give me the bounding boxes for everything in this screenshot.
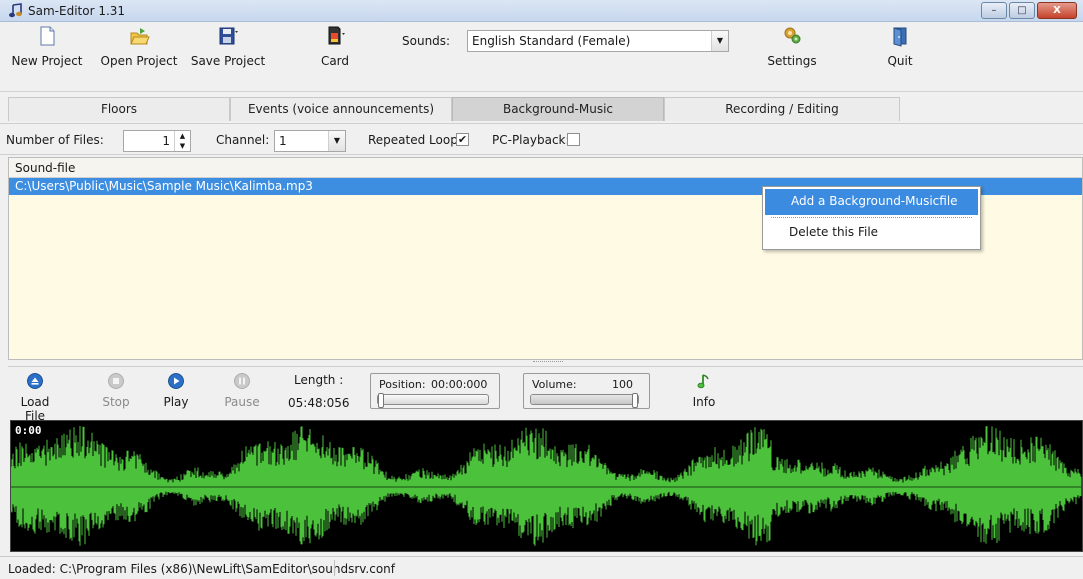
position-slider[interactable] (377, 393, 489, 408)
checkmark-icon: ✔ (457, 133, 468, 146)
app-music-note-icon (9, 3, 22, 18)
waveform-time-label: 0:00 (15, 424, 42, 437)
load-file-label: Load File (20, 395, 50, 423)
open-project-button[interactable]: Open Project (96, 25, 182, 89)
position-panel: Position: 00:00:000 (370, 373, 500, 409)
new-document-icon (40, 26, 55, 46)
tab-background-music[interactable]: Background-Music (452, 97, 664, 121)
splitter-grip[interactable] (533, 361, 563, 364)
position-label: Position: (379, 378, 426, 391)
pause-icon (234, 373, 250, 389)
number-of-files-spinner[interactable]: 1 ▲ ▼ (123, 130, 191, 152)
pause-label: Pause (224, 395, 260, 409)
sd-card-icon (328, 26, 345, 45)
close-button[interactable]: X (1037, 2, 1077, 19)
music-note-icon (697, 374, 709, 389)
volume-slider-fill (531, 395, 638, 404)
tab-recording-editing[interactable]: Recording / Editing (664, 97, 900, 121)
open-project-label: Open Project (100, 54, 178, 68)
waveform-display[interactable]: 0:00 (10, 420, 1083, 552)
stop-button[interactable]: Stop (98, 373, 134, 409)
maximize-button[interactable]: □ (1009, 2, 1035, 19)
play-icon (168, 373, 184, 389)
volume-slider[interactable] (530, 393, 639, 408)
sam-editor-window: Sam-Editor 1.31 – □ X New Project Open P… (0, 0, 1083, 579)
length-label: Length : (294, 373, 344, 387)
menu-separator (771, 217, 972, 218)
save-project-label: Save Project (190, 54, 266, 68)
repeated-loop-label: Repeated Loop: (368, 133, 462, 147)
minimize-button[interactable]: – (981, 2, 1007, 19)
spinner-arrows-icon[interactable]: ▲ ▼ (174, 131, 190, 151)
play-button[interactable]: Play (158, 373, 194, 409)
tab-bar: Floors Events (voice announcements) Back… (8, 97, 1078, 121)
quit-button[interactable]: Quit (878, 25, 922, 89)
title-bar: Sam-Editor 1.31 – □ X (0, 0, 1083, 22)
menu-item-delete-file[interactable]: Delete this File (763, 220, 980, 246)
floppy-disk-icon (219, 27, 238, 45)
volume-panel: Volume: 100 (523, 373, 650, 409)
settings-label: Settings (767, 54, 817, 68)
info-label: Info (692, 395, 716, 409)
open-folder-icon (130, 28, 150, 45)
position-value: 00:00:000 (431, 378, 488, 391)
length-value: 05:48:056 (288, 396, 350, 410)
pc-playback-label: PC-Playback: (492, 133, 570, 147)
tab-floors[interactable]: Floors (8, 97, 230, 121)
card-label: Card (320, 54, 350, 68)
play-label: Play (163, 395, 189, 409)
number-of-files-value: 1 (162, 134, 170, 148)
column-header-sound-file[interactable]: Sound-file (9, 158, 1082, 178)
context-menu: Add a Background-Musicfile Delete this F… (762, 186, 981, 250)
new-project-button[interactable]: New Project (4, 25, 90, 89)
volume-label: Volume: (532, 378, 577, 391)
stop-icon (108, 373, 124, 389)
chevron-down-icon[interactable]: ▼ (711, 31, 728, 51)
quit-label: Quit (887, 54, 913, 68)
sounds-label: Sounds: (402, 34, 451, 48)
position-slider-thumb[interactable] (378, 393, 384, 408)
settings-gears-icon (784, 27, 801, 44)
channel-label: Channel: (216, 133, 270, 147)
waveform-trace (11, 426, 1082, 546)
chevron-down-icon[interactable]: ▼ (328, 131, 345, 151)
tab-events[interactable]: Events (voice announcements) (230, 97, 452, 121)
load-file-button[interactable]: Load File (10, 373, 60, 423)
sounds-selected-value: English Standard (Female) (472, 34, 631, 48)
exit-door-icon (893, 27, 907, 47)
eject-icon (27, 373, 43, 389)
window-title: Sam-Editor 1.31 (28, 4, 126, 18)
sounds-select[interactable]: English Standard (Female) ▼ (467, 30, 729, 52)
volume-value: 100 (612, 378, 633, 391)
save-project-button[interactable]: Save Project (188, 25, 268, 89)
repeated-loop-checkbox[interactable]: ✔ (456, 133, 469, 146)
status-divider (334, 560, 335, 576)
status-text: Loaded: C:\Program Files (x86)\NewLift\S… (8, 562, 396, 576)
channel-selected-value: 1 (279, 134, 287, 148)
new-project-label: New Project (11, 54, 83, 68)
pause-button[interactable]: Pause (222, 373, 262, 409)
info-button[interactable]: Info (686, 373, 722, 409)
settings-button[interactable]: Settings (764, 25, 820, 89)
stop-label: Stop (102, 395, 130, 409)
volume-slider-thumb[interactable] (632, 393, 638, 408)
menu-item-add-background-musicfile[interactable]: Add a Background-Musicfile (765, 189, 978, 215)
card-button[interactable]: Card (310, 25, 360, 89)
player-controls: Load File Stop Play Pause Length : 05:48… (8, 366, 1083, 423)
window-controls: – □ X (981, 2, 1077, 20)
options-bar: Number of Files: 1 ▲ ▼ Channel: 1 ▼ Repea… (0, 123, 1083, 155)
pc-playback-checkbox[interactable] (567, 133, 580, 146)
channel-select[interactable]: 1 ▼ (274, 130, 346, 152)
status-bar: Loaded: C:\Program Files (x86)\NewLift\S… (0, 556, 1083, 579)
number-of-files-label: Number of Files: (6, 133, 104, 147)
main-toolbar: New Project Open Project Save Project Ca… (0, 22, 1083, 92)
waveform-graph (11, 426, 1082, 546)
